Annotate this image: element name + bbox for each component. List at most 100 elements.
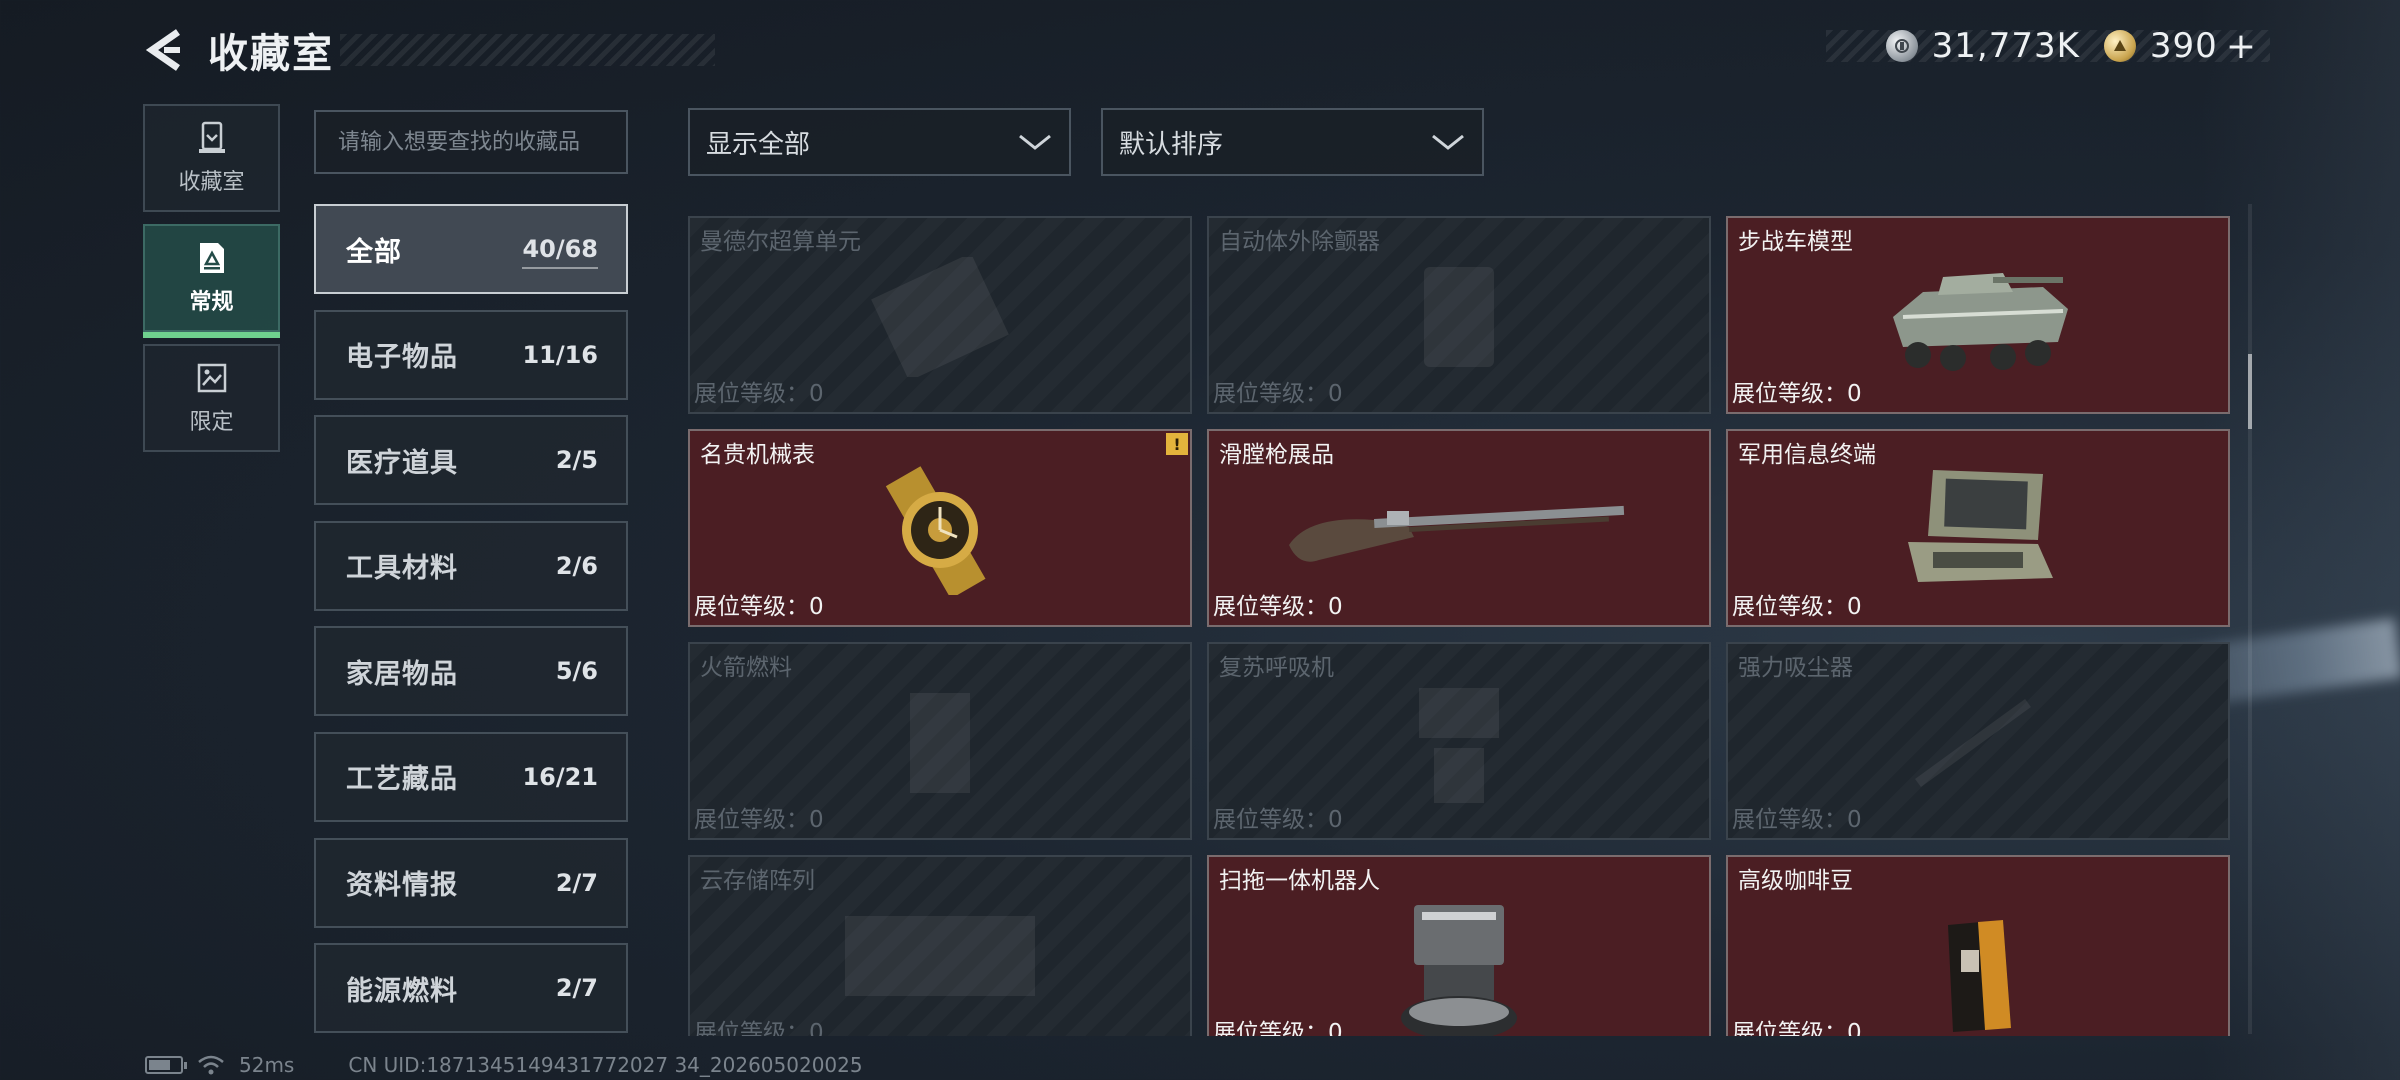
category-all[interactable]: 全部 40/68 [314, 204, 628, 294]
card-level: 展位等级：0 [694, 594, 824, 620]
category-count: 40/68 [522, 235, 598, 269]
limited-picture-icon [197, 363, 226, 393]
card-level: 展位等级：0 [1213, 807, 1343, 833]
card-name: 名贵机械表 [700, 442, 815, 468]
chevron-down-icon [1019, 134, 1051, 150]
rail-tab-regular[interactable]: 常规 [143, 224, 280, 338]
card-name: 步战车模型 [1738, 229, 1853, 255]
category-count: 2/7 [555, 974, 598, 1003]
collection-card[interactable]: 高级咖啡豆 展位等级：0 [1726, 855, 2230, 1036]
category-crafts[interactable]: 工艺藏品 16/21 [314, 731, 628, 822]
category-name: 能源燃料 [346, 975, 458, 1007]
mop-robot-icon [1394, 900, 1524, 1036]
category-tools[interactable]: 工具材料 2/6 [314, 520, 628, 611]
rocket-fuel-icon [895, 683, 985, 807]
wifi-icon [198, 1055, 224, 1075]
category-name: 全部 [346, 236, 402, 268]
sort-dropdown[interactable]: 默认排序 [1101, 108, 1484, 176]
card-name: 强力吸尘器 [1738, 655, 1853, 681]
defibrillator-icon [1414, 257, 1504, 381]
category-name: 工艺藏品 [346, 764, 458, 796]
page-title: 收藏室 [208, 31, 334, 77]
collection-card[interactable]: 名贵机械表 ! 展位等级：0 [688, 429, 1192, 627]
collection-card[interactable]: 扫拖一体机器人 展位等级：0 [1207, 855, 1711, 1036]
search-input[interactable] [338, 129, 604, 155]
rail-tab-collection-room[interactable]: 收藏室 [143, 104, 280, 212]
back-button[interactable] [140, 24, 188, 76]
collection-card[interactable]: 复苏呼吸机 展位等级：0 [1207, 642, 1711, 840]
supercomputer-icon [865, 252, 1015, 381]
ifv-model-icon [1873, 247, 2083, 391]
collection-card[interactable]: 自动体外除颤器 展位等级：0 [1207, 216, 1711, 414]
silver-coin-icon [1885, 30, 1918, 62]
grid-scrollbar[interactable] [2248, 204, 2252, 1034]
category-intel[interactable]: 资料情报 2/7 [314, 837, 628, 928]
rail-tab-label: 限定 [189, 410, 234, 435]
category-count: 11/16 [522, 340, 598, 369]
back-arrow-icon [145, 29, 180, 71]
currency-bar: 31,773K 390 + [1825, 24, 2270, 68]
chevron-down-icon [1432, 134, 1464, 150]
category-count: 2/7 [555, 868, 598, 897]
category-name: 家居物品 [346, 658, 458, 690]
vacuum-icon [1908, 683, 2048, 807]
category-count: 16/21 [522, 762, 598, 791]
header: 收藏室 [140, 22, 715, 78]
category-name: 工具材料 [346, 553, 458, 585]
category-medical[interactable]: 医疗道具 2/5 [314, 415, 628, 506]
battery-level-fill [149, 1060, 170, 1070]
gold-currency-value: 390 [2149, 26, 2218, 66]
card-level: 展位等级：0 [1732, 594, 1862, 620]
card-name: 火箭燃料 [700, 655, 792, 681]
category-energy[interactable]: 能源燃料 2/7 [314, 943, 628, 1034]
card-name: 曼德尔超算单元 [700, 229, 861, 255]
category-count: 2/6 [555, 551, 598, 580]
category-list: 全部 40/68 电子物品 11/16 医疗道具 2/5 工具材料 2/6 家居… [314, 204, 628, 1049]
left-rail: 收藏室 常规 限定 [143, 104, 280, 464]
collection-room-icon [198, 121, 225, 153]
ventilator-icon [1404, 678, 1514, 812]
rail-tab-label: 常规 [189, 290, 234, 315]
coffee-bag-icon [1933, 910, 2023, 1036]
user-uid: CN UID:1871345149431772027 34_2026050200… [348, 1053, 863, 1077]
mechanical-watch-icon [875, 465, 1005, 599]
rail-tab-label: 收藏室 [178, 170, 245, 195]
card-name: 复苏呼吸机 [1219, 655, 1334, 681]
card-level: 展位等级：0 [694, 381, 824, 407]
collection-card[interactable]: 强力吸尘器 展位等级：0 [1726, 642, 2230, 840]
silver-currency-value: 31,773K [1931, 26, 2080, 66]
musket-icon [1279, 475, 1639, 589]
card-level: 展位等级：0 [694, 807, 824, 833]
add-currency-button[interactable]: + [2226, 26, 2256, 67]
regular-document-icon [199, 243, 224, 273]
card-level: 展位等级：0 [1732, 1020, 1862, 1036]
battery-icon [145, 1056, 187, 1074]
ping-value: 52ms [239, 1053, 295, 1077]
card-name: 自动体外除颤器 [1219, 229, 1380, 255]
card-level: 展位等级：0 [1213, 381, 1343, 407]
category-electronics[interactable]: 电子物品 11/16 [314, 309, 628, 400]
collection-card[interactable]: 军用信息终端 展位等级：0 [1726, 429, 2230, 627]
card-name: 扫拖一体机器人 [1219, 868, 1380, 894]
category-count: 2/5 [555, 446, 598, 475]
card-level: 展位等级：0 [1732, 381, 1862, 407]
collection-card[interactable]: 步战车模型 展位等级：0 [1726, 216, 2230, 414]
collection-card[interactable]: 滑膛枪展品 展位等级：0 [1207, 429, 1711, 627]
collection-card[interactable]: 曼德尔超算单元 展位等级：0 [688, 216, 1192, 414]
card-name: 军用信息终端 [1738, 442, 1876, 468]
category-name: 医疗道具 [346, 447, 458, 479]
status-footer: 52ms CN UID:1871345149431772027 34_20260… [145, 1052, 863, 1078]
alert-badge: ! [1166, 433, 1188, 455]
collection-card[interactable]: 云存储阵列 展位等级：0 [688, 855, 1192, 1036]
collection-grid: 曼德尔超算单元 展位等级：0 自动体外除颤器 展位等级：0 步战车模型 展位等级… [688, 216, 2232, 1036]
scrollbar-thumb[interactable] [2248, 354, 2252, 429]
gold-coin-icon [2103, 30, 2136, 62]
rail-tab-limited[interactable]: 限定 [143, 344, 280, 452]
title-decoration [340, 34, 715, 66]
display-filter-dropdown[interactable]: 显示全部 [688, 108, 1071, 176]
card-level: 展位等级：0 [694, 1020, 824, 1036]
category-household[interactable]: 家居物品 5/6 [314, 626, 628, 717]
sort-label: 默认排序 [1119, 129, 1224, 160]
collection-card[interactable]: 火箭燃料 展位等级：0 [688, 642, 1192, 840]
card-name: 云存储阵列 [700, 868, 815, 894]
